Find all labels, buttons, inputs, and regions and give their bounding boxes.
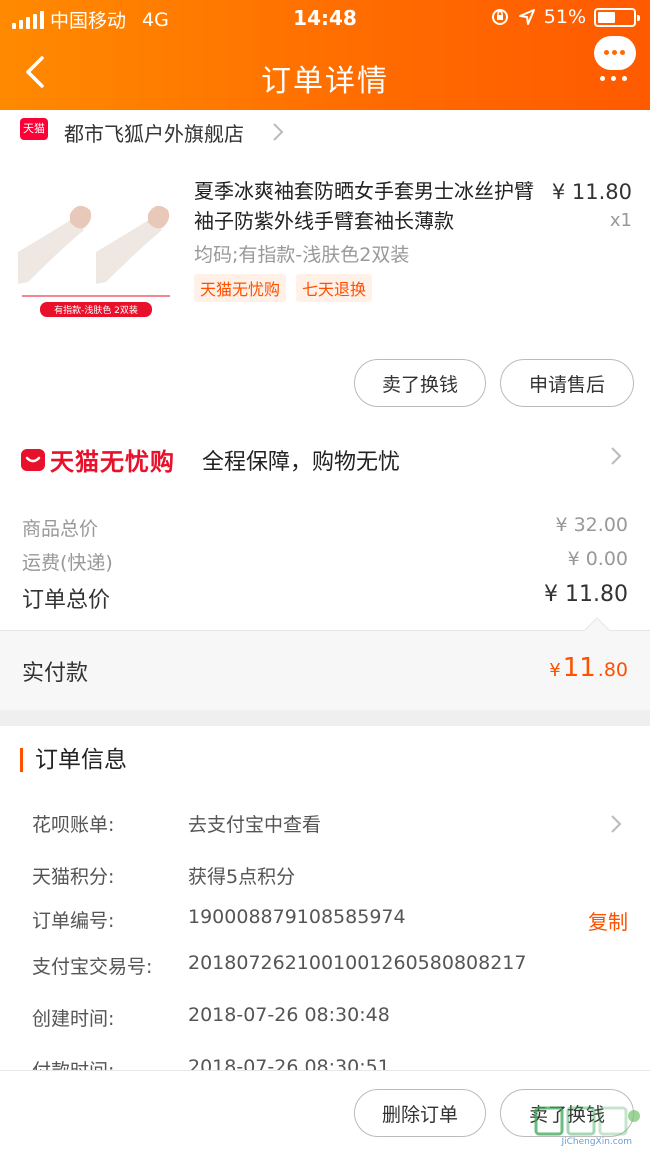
shipping-label: 运费(快递) — [22, 552, 113, 574]
product-title[interactable]: 夏季冰爽袖套防晒女手套男士冰丝护臂袖子防紫外线手臂套袖长薄款 — [194, 176, 544, 236]
paid-label: 实付款 — [22, 661, 89, 686]
section-divider — [0, 710, 650, 726]
paid-amount: ¥ 11 .80 — [549, 653, 628, 683]
shipping-value: ¥ 0.00 — [567, 548, 628, 570]
product-sku: 均码;有指款-浅肤色2双装 — [194, 244, 410, 266]
paid-amount-row: 实付款 ¥ 11 .80 — [0, 617, 650, 710]
page-title: 订单详情 — [261, 64, 389, 99]
shop-row[interactable]: 天猫 都市飞狐户外旗舰店 — [0, 110, 650, 152]
copy-button[interactable]: 复制 — [588, 906, 628, 935]
product-tags: 天猫无忧购 七天退换 — [194, 274, 373, 302]
tmall-points-row: 天猫积分: 获得5点积分 — [32, 866, 296, 888]
product-quantity: x1 — [609, 210, 632, 231]
tmall-shield-icon — [21, 448, 45, 471]
goods-total-value: ¥ 32.00 — [555, 514, 628, 536]
tag-seven-day-return: 七天退换 — [296, 274, 373, 302]
battery-icon — [594, 7, 640, 27]
watermark-text: JiChengXin.com — [560, 1137, 632, 1146]
delete-order-button[interactable]: 删除订单 — [354, 1089, 486, 1137]
goods-total-label: 商品总价 — [22, 518, 99, 540]
paid-time-row: 付款时间: 2018-07-26 08:30:51 — [32, 1056, 390, 1070]
message-bubble-icon — [594, 36, 636, 70]
product-price: ¥ 11.80 — [551, 180, 632, 204]
order-total-value: ¥ 11.80 — [544, 582, 628, 607]
price-summary: 商品总价 ¥ 32.00 运费(快递) ¥ 0.00 订单总价 ¥ 11.80 — [0, 494, 650, 630]
header: 中国移动 4G 14:48 51% 订单详情 — [0, 0, 650, 110]
order-info-title: 订单信息 — [20, 748, 127, 772]
image-caption: 有指款-浅肤色 2双装 — [54, 304, 138, 316]
status-bar: 中国移动 4G 14:48 51% — [0, 0, 650, 36]
location-arrow-icon — [518, 9, 535, 25]
after-sales-button[interactable]: 申请售后 — [500, 359, 634, 407]
guarantee-row[interactable]: 天猫无忧购 全程保障，购物无忧 — [0, 422, 650, 494]
shop-name: 都市飞狐户外旗舰店 — [64, 122, 244, 146]
orientation-lock-icon — [491, 9, 508, 25]
resell-button[interactable]: 卖了换钱 — [354, 359, 486, 407]
nav-bar: 订单详情 — [0, 36, 650, 110]
order-total-row: 订单总价 ¥ 11.80 — [22, 582, 628, 614]
tag-tmall-worry-free: 天猫无忧购 — [194, 274, 287, 302]
arm-sleeve-illustration: 有指款-浅肤色 2双装 — [18, 172, 174, 328]
alipay-trade-row: 支付宝交易号: 2018072621001001260580808217 — [32, 952, 527, 978]
tmall-worry-free-text: 天猫无忧购 — [50, 448, 175, 476]
more-dots-icon — [600, 76, 627, 81]
chevron-right-icon — [611, 447, 622, 465]
order-detail-page: 中国移动 4G 14:48 51% 订单详情 天猫 都市飞狐户外旗舰店 有指款-… — [0, 0, 650, 1156]
more-menu-button[interactable] — [594, 36, 636, 96]
order-info-section: 订单信息 花呗账单: 去支付宝中查看 天猫积分: 获得5点积分 订单编号: 19… — [0, 726, 650, 1070]
watermark-logo: JiChengXin.com — [532, 1106, 644, 1147]
product-image[interactable]: 有指款-浅肤色 2双装 — [18, 172, 174, 328]
order-total-label: 订单总价 — [22, 588, 111, 613]
chevron-right-icon — [611, 815, 622, 833]
guarantee-text: 全程保障，购物无忧 — [202, 450, 401, 475]
chevron-right-icon — [273, 123, 284, 141]
battery-percent: 51% — [543, 6, 586, 28]
order-number-row: 订单编号: 190008879108585974 复制 — [32, 906, 628, 935]
created-time-row: 创建时间: 2018-07-26 08:30:48 — [32, 1004, 390, 1030]
goods-total-row: 商品总价 ¥ 32.00 — [22, 514, 628, 541]
shipping-row: 运费(快递) ¥ 0.00 — [22, 548, 628, 575]
tmall-worry-free-logo: 天猫无忧购 — [20, 442, 175, 477]
tmall-badge-icon: 天猫 — [20, 118, 48, 140]
huabei-bill-row[interactable]: 花呗账单: 去支付宝中查看 — [32, 810, 628, 840]
product-card: 有指款-浅肤色 2双装 夏季冰爽袖套防晒女手套男士冰丝护臂袖子防紫外线手臂套袖长… — [0, 152, 650, 422]
battery-level — [598, 11, 615, 23]
